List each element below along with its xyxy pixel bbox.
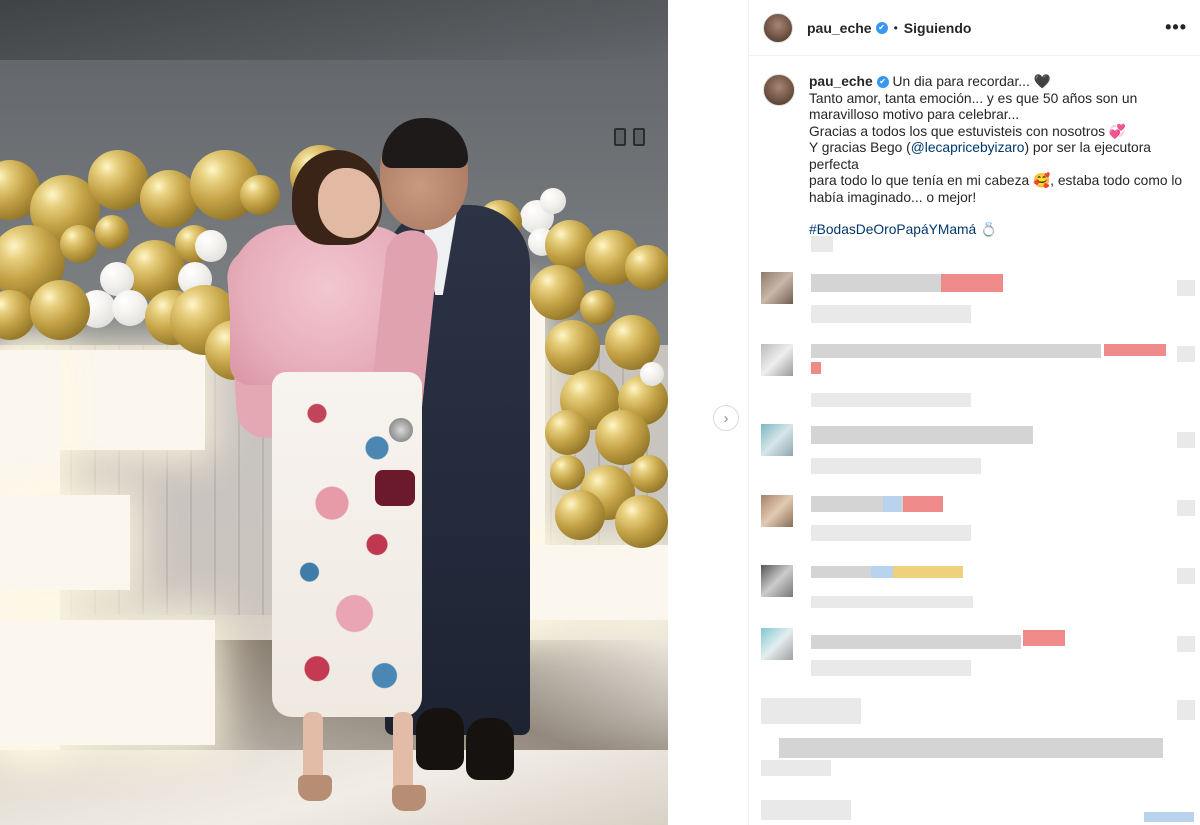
caption-line: maravilloso motivo para celebrar...	[809, 107, 1020, 122]
header-username[interactable]: pau_eche	[807, 20, 872, 36]
letter-e-middle	[0, 495, 130, 590]
woman-shoe	[392, 785, 426, 811]
caption-line: Un dia para recordar... 🖤	[892, 74, 1051, 89]
pixelated-comment	[811, 274, 941, 292]
mention-link[interactable]: @lecapricebyizaro	[911, 140, 1025, 155]
avatar[interactable]	[761, 628, 793, 660]
verified-badge-icon: ✔	[876, 76, 889, 89]
post-header: pau_eche ✔ • Siguiendo •••	[749, 0, 1200, 56]
man-hair	[382, 118, 468, 168]
avatar[interactable]	[761, 495, 793, 527]
letter-e-bottom	[0, 620, 215, 745]
clutch-bag	[375, 470, 415, 506]
light-switch	[614, 128, 626, 146]
more-options-icon[interactable]: •••	[1165, 17, 1187, 38]
verified-badge-icon: ✔	[875, 21, 888, 34]
man-shoe	[416, 708, 464, 770]
light-switch	[633, 128, 645, 146]
like-icon[interactable]	[1177, 568, 1195, 584]
wristwatch	[389, 418, 413, 442]
post-side-panel: pau_eche ✔ • Siguiendo ••• pau_eche ✔ Un …	[748, 0, 1200, 825]
like-icon[interactable]	[1177, 636, 1195, 652]
caption-line: había imaginado... o mejor!	[809, 189, 977, 205]
like-icon[interactable]	[1177, 280, 1195, 296]
post-photo[interactable]	[0, 0, 668, 825]
like-icon[interactable]	[1177, 346, 1195, 362]
woman-shoe	[298, 775, 332, 801]
avatar[interactable]	[761, 272, 793, 304]
avatar[interactable]	[761, 424, 793, 456]
ring-emoji: 💍	[980, 222, 998, 237]
next-photo-button[interactable]: ›	[713, 405, 739, 431]
avatar[interactable]	[761, 565, 793, 597]
woman-face	[318, 168, 380, 238]
man-shoe	[466, 718, 514, 780]
caption-username[interactable]: pau_eche	[809, 74, 873, 89]
separator-dot: •	[893, 20, 898, 35]
caption-text: pau_eche ✔ Un dia para recordar... 🖤 Tant…	[809, 74, 1193, 239]
ceiling	[0, 0, 668, 60]
post-caption: pau_eche ✔ Un dia para recordar... 🖤 Tant…	[763, 74, 1193, 239]
pixelated-comment	[811, 344, 1101, 358]
caption-line: Tanto amor, tanta emoción... y es que 50…	[809, 90, 1138, 106]
chevron-right-icon: ›	[723, 409, 729, 427]
caption-avatar[interactable]	[763, 74, 795, 106]
avatar[interactable]	[763, 12, 793, 43]
pixelated-timestamp	[811, 236, 833, 252]
like-icon[interactable]	[1177, 500, 1195, 516]
woman-leg	[393, 712, 413, 792]
like-icon[interactable]	[1177, 432, 1195, 448]
caption-line: para todo lo que tenía en mi cabeza 🥰, e…	[809, 173, 1183, 188]
hashtag-link[interactable]: #BodasDeOroPapáYMamá	[809, 222, 976, 237]
caption-line: Gracias a todos los que estuvisteis con …	[809, 123, 1127, 139]
following-button[interactable]: Siguiendo	[904, 20, 972, 36]
avatar[interactable]	[761, 344, 793, 376]
caption-text-fragment: Y gracias Bego (	[809, 140, 911, 155]
pixelated-comment	[811, 635, 1021, 649]
like-icon[interactable]	[1177, 700, 1195, 720]
pixelated-comment	[779, 738, 1163, 758]
pixelated-comment	[811, 426, 1033, 444]
